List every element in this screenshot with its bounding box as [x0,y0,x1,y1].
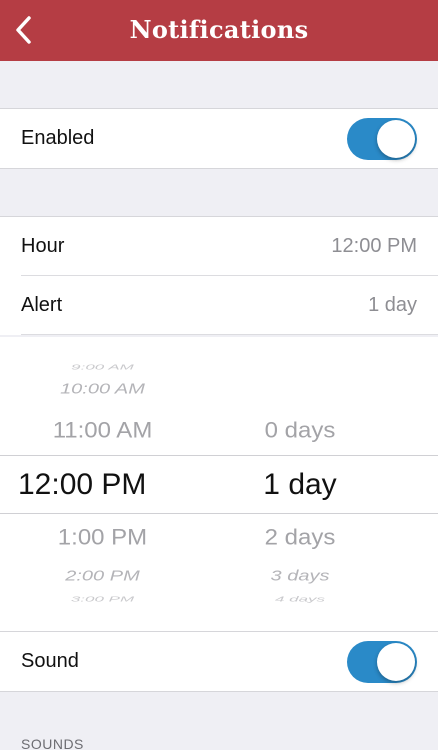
enabled-toggle[interactable] [347,117,417,160]
picker-selection-line-top [0,455,438,456]
enabled-row: Enabled [0,109,438,168]
alert-label: Alert [21,294,63,316]
hour-value: 12:00 PM [331,235,417,257]
picker-day-option[interactable]: 4 days [205,595,395,604]
picker-hour-option[interactable]: 11:00 AM [0,418,205,444]
toggle-knob [377,119,415,158]
sound-row: Sound [0,632,438,691]
picker-hour-option[interactable]: 10:00 AM [0,381,205,398]
sound-section: Sound [0,631,438,692]
picker-hour-option[interactable]: 9:00 AM [0,363,205,372]
alert-row[interactable]: Alert 1 day [0,276,438,335]
picker-day-option[interactable]: 0 days [205,418,395,444]
picker-hour-option[interactable]: 2:00 PM [0,568,205,585]
sound-toggle[interactable] [347,640,417,683]
enabled-section: Enabled [0,108,438,169]
back-button[interactable] [8,12,38,48]
sounds-section-header: SOUNDS [21,736,84,750]
hour-row[interactable]: Hour 12:00 PM [0,217,438,276]
alert-value: 1 day [368,294,417,316]
picker-hour-option[interactable]: 3:00 PM [0,595,205,604]
chevron-left-icon [16,16,31,44]
picker-day-selected[interactable]: 1 day [205,468,395,502]
enabled-label: Enabled [21,127,95,149]
picker-selection-line-bottom [0,513,438,514]
toggle-knob [377,642,415,681]
picker-hour-selected[interactable]: 12:00 PM [18,468,146,502]
schedule-section: Hour 12:00 PM Alert 1 day [0,216,438,335]
page-title: Notifications [129,15,309,44]
picker-hour-option[interactable]: 1:00 PM [0,525,205,551]
picker-day-option[interactable]: 2 days [205,525,395,551]
picker-day-option[interactable]: 3 days [205,568,395,585]
sound-label: Sound [21,650,79,672]
nav-bar: Notifications [0,0,438,61]
time-alert-picker[interactable]: 9:00 AM 10:00 AM 11:00 AM 12:00 PM 1:00 … [0,337,438,631]
notifications-screen: Notifications Enabled Hour 12:00 PM Aler… [0,0,438,750]
hour-label: Hour [21,235,65,257]
